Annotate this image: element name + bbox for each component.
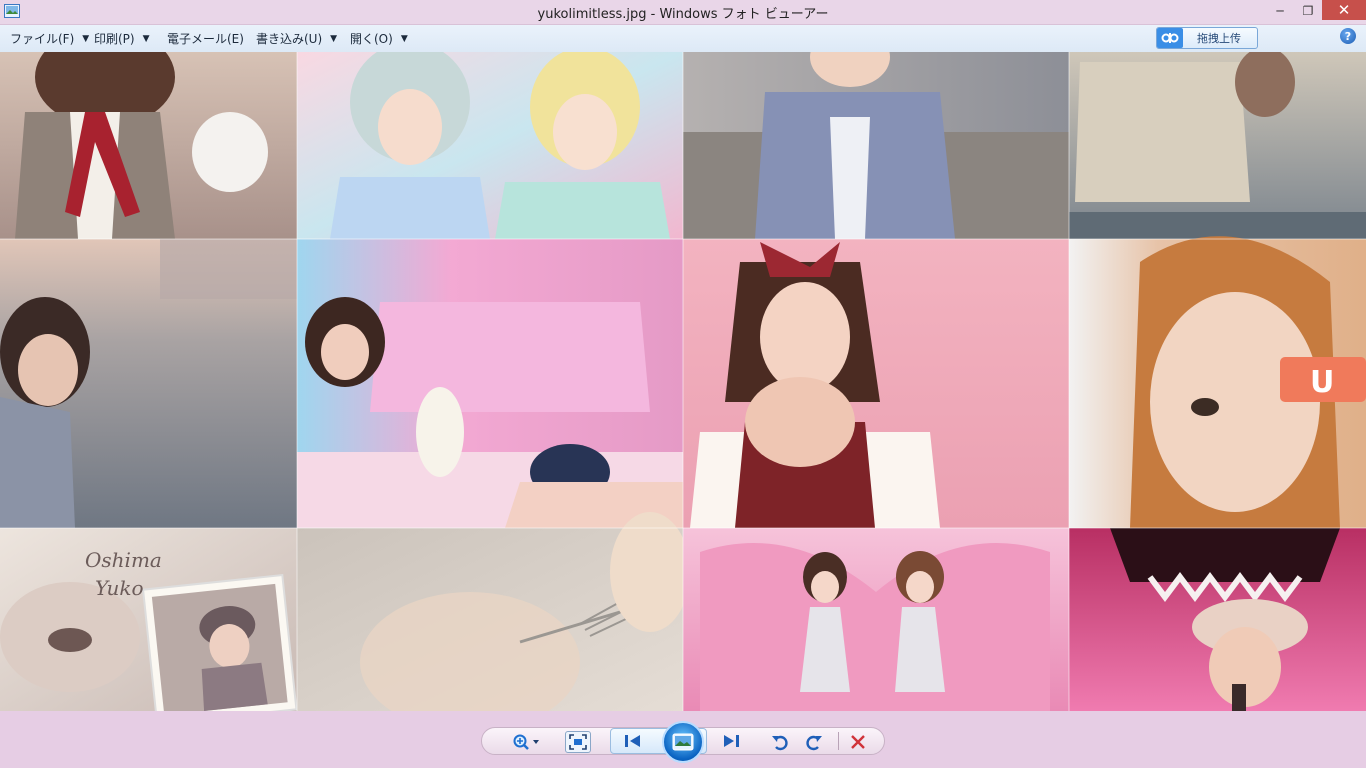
actual-size-icon [569, 734, 587, 750]
collage-image: U Oshima Yuko [0, 52, 1366, 711]
chevron-down-icon: ▼ [400, 33, 408, 44]
photo-display[interactable]: U Oshima Yuko [0, 52, 1366, 711]
previous-icon [625, 735, 640, 747]
photo-tile-7 [683, 239, 1069, 528]
collage-caption-line-1: Oshima [85, 548, 162, 572]
menu-open[interactable]: 開く(O) ▼ [350, 30, 408, 47]
close-window-button[interactable]: ✕ [1322, 0, 1366, 20]
chevron-down-icon: ▼ [82, 33, 90, 44]
photo-tile-2 [297, 52, 683, 239]
bottom-toolbar [0, 711, 1366, 768]
photo-tile-4 [1069, 52, 1366, 239]
magnifier-icon [513, 734, 539, 750]
svg-text:U: U [1310, 365, 1334, 400]
photo-tile-12 [1069, 528, 1366, 711]
slideshow-button[interactable] [662, 721, 704, 763]
upload-label: 拖拽上传 [1197, 32, 1241, 45]
maximize-button[interactable]: ❐ [1294, 0, 1322, 22]
menu-file[interactable]: ファイル(F) ▼ [10, 30, 89, 47]
photo-tile-1 [0, 52, 297, 239]
photo-tile-8: U [1069, 236, 1366, 528]
menu-open-label: 開く(O) [350, 32, 393, 46]
minimize-button[interactable]: ─ [1266, 0, 1294, 22]
menu-burn-label: 書き込み(U) [256, 32, 323, 46]
zoom-button[interactable] [508, 731, 544, 753]
delete-button[interactable] [846, 731, 870, 753]
help-icon[interactable]: ? [1340, 28, 1356, 44]
photo-tile-11 [683, 528, 1069, 711]
rotate-right-icon [806, 735, 822, 751]
next-icon [724, 735, 739, 747]
photo-tile-6 [297, 239, 683, 528]
delete-icon [851, 735, 865, 749]
window-title: yukolimitless.jpg - Windows フォト ビューアー [537, 7, 829, 22]
menu-email-label: 電子メール(E) [167, 32, 244, 46]
title-bar: yukolimitless.jpg - Windows フォト ビューアー ─ … [0, 0, 1366, 25]
menu-print[interactable]: 印刷(P) ▼ [94, 30, 150, 47]
menu-file-label: ファイル(F) [10, 32, 75, 46]
rotate-left-icon [772, 735, 788, 751]
cloud-upload-icon [1157, 28, 1183, 48]
menu-print-label: 印刷(P) [94, 32, 135, 46]
rotate-left-button[interactable] [768, 731, 792, 753]
drag-upload-button[interactable]: 拖拽上传 [1156, 27, 1258, 49]
collage-caption-line-2: Yuko [95, 576, 144, 600]
slideshow-icon [672, 733, 694, 751]
next-button[interactable] [716, 732, 746, 750]
actual-size-button[interactable] [565, 731, 591, 753]
photo-tile-10 [297, 512, 690, 711]
previous-button[interactable] [618, 732, 648, 750]
toolbar-separator [838, 732, 839, 750]
photo-tile-3 [683, 52, 1069, 239]
menu-email[interactable]: 電子メール(E) [167, 30, 244, 47]
rotate-right-button[interactable] [802, 731, 826, 753]
photo-tile-5 [0, 239, 297, 528]
chevron-down-icon: ▼ [142, 33, 150, 44]
menu-bar: ファイル(F) ▼ 印刷(P) ▼ 電子メール(E) 書き込み(U) ▼ 開く(… [0, 25, 1366, 53]
menu-burn[interactable]: 書き込み(U) ▼ [256, 30, 337, 47]
chevron-down-icon: ▼ [330, 33, 338, 44]
